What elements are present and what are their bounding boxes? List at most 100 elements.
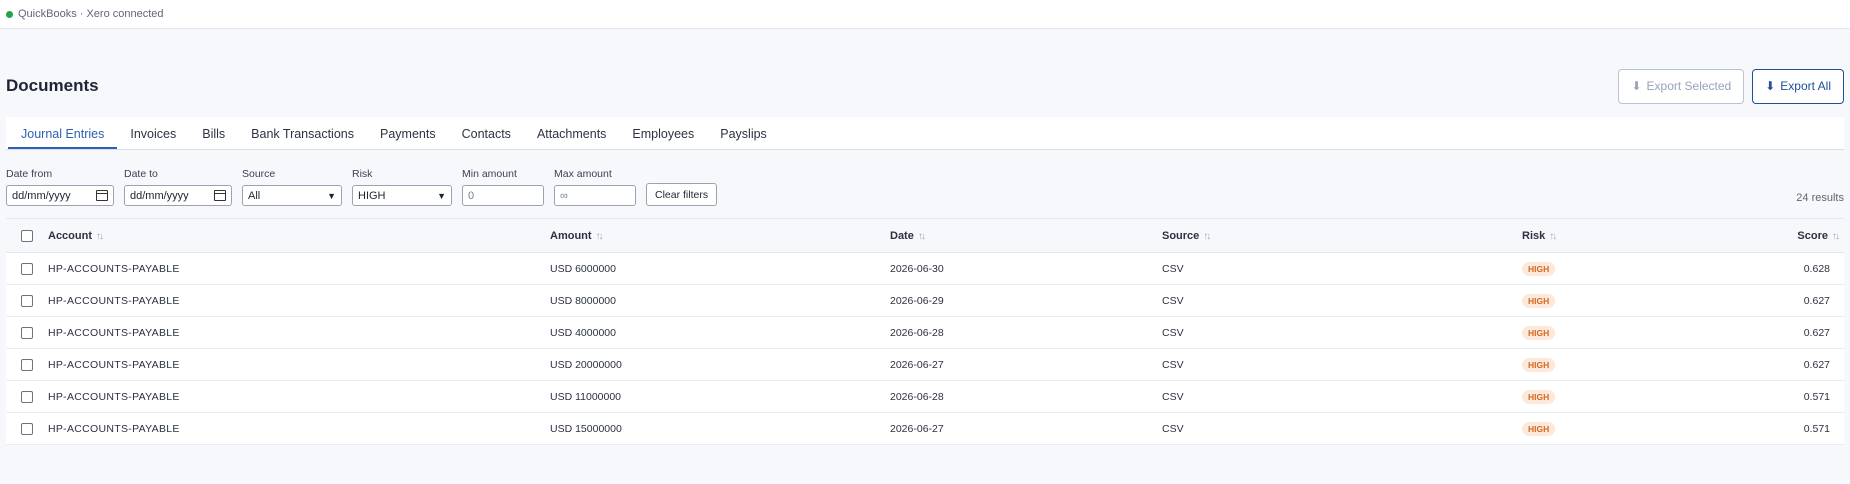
sort-icon: ↑↓	[595, 230, 604, 242]
column-header-label: Score	[1797, 229, 1828, 242]
row-checkbox[interactable]	[21, 422, 33, 435]
cell-score: 0.571	[1803, 422, 1830, 435]
risk-label: Risk	[352, 168, 373, 180]
row-checkbox[interactable]	[21, 294, 33, 307]
cell-amount: USD 11000000	[550, 390, 622, 403]
date-to-input[interactable]: dd/mm/yyyy	[124, 185, 232, 206]
cell-score: 0.627	[1803, 294, 1830, 307]
risk-group: Risk HIGH ▼	[352, 168, 452, 206]
tab-bank-transactions[interactable]: Bank Transactions	[238, 119, 367, 149]
column-header-risk[interactable]: Risk ↑↓	[1522, 230, 1688, 242]
tab-contacts[interactable]: Contacts	[449, 119, 524, 149]
cell-account: HP-ACCOUNTS-PAYABLE	[48, 358, 180, 371]
page-header: Documents ⬇ Export Selected ⬇ Export All	[0, 55, 1850, 117]
cell-date: 2026-06-28	[890, 326, 944, 339]
column-header-score[interactable]: Score ↑↓	[1688, 230, 1844, 242]
column-header-date[interactable]: Date ↑↓	[890, 230, 1162, 242]
cell-source: CSV	[1162, 422, 1184, 435]
tab-invoices[interactable]: Invoices	[117, 119, 189, 149]
row-checkbox[interactable]	[21, 390, 33, 403]
column-header-amount[interactable]: Amount ↑↓	[550, 230, 890, 242]
chevron-down-icon: ▼	[437, 190, 446, 201]
risk-badge: HIGH	[1522, 325, 1556, 340]
clear-filters-button[interactable]: Clear filters	[646, 183, 718, 206]
date-from-placeholder: dd/mm/yyyy	[12, 189, 71, 202]
date-from-label: Date from	[6, 168, 53, 180]
document-tabs: Journal Entries Invoices Bills Bank Tran…	[6, 117, 1844, 150]
max-amount-input[interactable]: ∞	[554, 185, 636, 206]
results-count: 24 results	[1796, 192, 1844, 204]
row-checkbox[interactable]	[21, 358, 33, 371]
connection-status-dot	[6, 10, 13, 18]
export-selected-label: Export Selected	[1646, 79, 1732, 93]
column-header-label: Date	[890, 229, 914, 242]
cell-source: CSV	[1162, 358, 1184, 371]
min-amount-input[interactable]: 0	[462, 185, 544, 206]
cell-amount: USD 20000000	[550, 358, 622, 371]
status-bar: QuickBooks · Xero connected	[0, 0, 1850, 29]
sort-icon: ↑↓	[96, 230, 104, 242]
cell-account: HP-ACCOUNTS-PAYABLE	[48, 390, 180, 403]
column-header-account[interactable]: Account ↑↓	[48, 230, 550, 242]
date-from-group: Date from dd/mm/yyyy	[6, 168, 114, 206]
tab-employees[interactable]: Employees	[619, 119, 707, 149]
calendar-icon[interactable]	[96, 190, 108, 201]
risk-badge: HIGH	[1522, 421, 1556, 436]
min-amount-label: Min amount	[462, 168, 517, 180]
cell-account: HP-ACCOUNTS-PAYABLE	[48, 262, 180, 275]
risk-select[interactable]: HIGH ▼	[352, 185, 452, 206]
column-header-source[interactable]: Source ↑↓	[1162, 230, 1522, 242]
risk-badge: HIGH	[1522, 261, 1556, 276]
table-row[interactable]: HP-ACCOUNTS-PAYABLE USD 8000000 2026-06-…	[6, 285, 1844, 317]
tab-bills[interactable]: Bills	[189, 119, 238, 149]
min-amount-placeholder: 0	[468, 189, 475, 202]
sort-icon: ↑↓	[1832, 230, 1840, 242]
max-amount-label: Max amount	[554, 168, 612, 180]
cell-amount: USD 15000000	[550, 422, 622, 435]
cell-date: 2026-06-29	[890, 294, 944, 307]
cell-score: 0.627	[1803, 358, 1830, 371]
table-header: Account ↑↓ Amount ↑↓ Date ↑↓ Source ↑↓ Risk ↑…	[6, 219, 1844, 253]
cell-account: HP-ACCOUNTS-PAYABLE	[48, 294, 180, 307]
tab-payments[interactable]: Payments	[367, 119, 449, 149]
sort-icon: ↑↓	[917, 230, 926, 242]
date-from-input[interactable]: dd/mm/yyyy	[6, 185, 114, 206]
cell-source: CSV	[1162, 262, 1184, 275]
table-row[interactable]: HP-ACCOUNTS-PAYABLE USD 6000000 2026-06-…	[6, 253, 1844, 285]
cell-date: 2026-06-27	[890, 358, 944, 371]
min-amount-group: Min amount 0	[462, 168, 544, 206]
risk-badge: HIGH	[1522, 293, 1556, 308]
table-row[interactable]: HP-ACCOUNTS-PAYABLE USD 4000000 2026-06-…	[6, 317, 1844, 349]
download-arrow-icon: ⬇	[1631, 79, 1642, 93]
table-row[interactable]: HP-ACCOUNTS-PAYABLE USD 20000000 2026-06…	[6, 349, 1844, 381]
filter-bar: Date from dd/mm/yyyy Date to dd/mm/yyyy …	[0, 168, 1850, 206]
cell-amount: USD 6000000	[550, 262, 616, 275]
cell-source: CSV	[1162, 326, 1184, 339]
source-label: Source	[242, 168, 276, 180]
tab-payslips[interactable]: Payslips	[707, 119, 780, 149]
cell-amount: USD 4000000	[550, 326, 616, 339]
export-all-button[interactable]: ⬇ Export All	[1752, 68, 1844, 104]
max-amount-placeholder: ∞	[560, 189, 568, 202]
tab-journal-entries[interactable]: Journal Entries	[8, 119, 118, 149]
risk-badge: HIGH	[1522, 357, 1556, 372]
column-header-label: Source	[1162, 229, 1200, 242]
date-to-placeholder: dd/mm/yyyy	[130, 189, 189, 202]
calendar-icon[interactable]	[214, 190, 226, 201]
source-select[interactable]: All ▼	[242, 185, 342, 206]
select-all-checkbox[interactable]	[21, 229, 33, 242]
row-checkbox[interactable]	[21, 262, 33, 275]
cell-amount: USD 8000000	[550, 294, 616, 307]
cell-source: CSV	[1162, 390, 1184, 403]
tab-attachments[interactable]: Attachments	[524, 119, 619, 149]
table-row[interactable]: HP-ACCOUNTS-PAYABLE USD 11000000 2026-06…	[6, 381, 1844, 413]
risk-select-value: HIGH	[358, 189, 386, 202]
row-checkbox[interactable]	[21, 326, 33, 339]
cell-score: 0.627	[1803, 326, 1830, 339]
table-row[interactable]: HP-ACCOUNTS-PAYABLE USD 15000000 2026-06…	[6, 413, 1844, 445]
column-header-label: Risk	[1522, 229, 1546, 242]
cell-source: CSV	[1162, 294, 1184, 307]
export-selected-button[interactable]: ⬇ Export Selected	[1618, 68, 1745, 104]
header-actions: ⬇ Export Selected ⬇ Export All	[1618, 68, 1844, 104]
source-group: Source All ▼	[242, 168, 342, 206]
